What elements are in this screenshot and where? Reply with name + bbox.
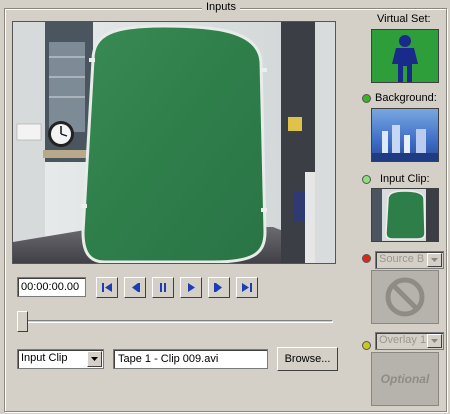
source-type-dropdown[interactable]: Input Clip — [17, 349, 104, 369]
input-clip-thumbnail[interactable] — [371, 188, 439, 242]
step-back-button[interactable] — [124, 277, 146, 298]
clip-filename-field[interactable]: Tape 1 - Clip 009.avi — [113, 349, 268, 369]
background-image — [372, 109, 438, 161]
play-icon — [188, 283, 195, 292]
person-silhouette-icon — [372, 30, 438, 82]
pause-button[interactable] — [152, 277, 174, 298]
pause-icon — [160, 283, 166, 292]
background-thumbnail[interactable] — [371, 108, 439, 162]
step-forward-icon — [214, 283, 222, 292]
skip-to-start-button[interactable] — [96, 277, 118, 298]
background-label: Background: — [375, 92, 437, 104]
virtual-set-thumbnail[interactable] — [371, 29, 439, 83]
input-clip-image — [372, 189, 438, 241]
chevron-down-icon[interactable] — [427, 334, 442, 348]
inputs-title: Inputs — [202, 1, 240, 13]
chevron-down-icon[interactable] — [427, 253, 442, 267]
source-b-dropdown[interactable]: Source B — [375, 251, 444, 269]
skip-to-end-icon — [242, 283, 252, 292]
source-b-value: Source B — [379, 253, 425, 265]
input-clip-status-led — [362, 175, 371, 184]
step-forward-button[interactable] — [208, 277, 230, 298]
source-type-value: Input Clip — [21, 352, 68, 364]
browse-button[interactable]: Browse... — [277, 347, 338, 371]
background-status-led — [362, 94, 371, 103]
scrub-slider-thumb[interactable] — [17, 311, 28, 332]
source-b-thumbnail[interactable] — [371, 270, 439, 324]
skip-to-start-icon — [102, 283, 112, 292]
timecode-display[interactable]: 00:00:00.00 — [17, 277, 86, 297]
optional-label: Optional — [380, 372, 430, 386]
play-button[interactable] — [180, 277, 202, 298]
step-back-icon — [132, 283, 140, 292]
input-clip-label: Input Clip: — [380, 173, 430, 185]
overlay-value: Overlay 1 — [379, 334, 427, 346]
virtual-set-label: Virtual Set: — [377, 13, 431, 25]
source-b-status-led — [362, 254, 371, 263]
overlay-dropdown[interactable]: Overlay 1 — [375, 332, 444, 350]
preview-image — [13, 22, 335, 263]
skip-to-end-button[interactable] — [236, 277, 258, 298]
video-preview[interactable] — [12, 21, 336, 264]
overlay-thumbnail[interactable]: Optional — [371, 352, 439, 406]
chevron-down-icon[interactable] — [87, 351, 102, 367]
no-entry-icon — [385, 277, 425, 317]
overlay-status-led — [362, 341, 371, 350]
scrub-slider-track[interactable] — [17, 320, 333, 323]
